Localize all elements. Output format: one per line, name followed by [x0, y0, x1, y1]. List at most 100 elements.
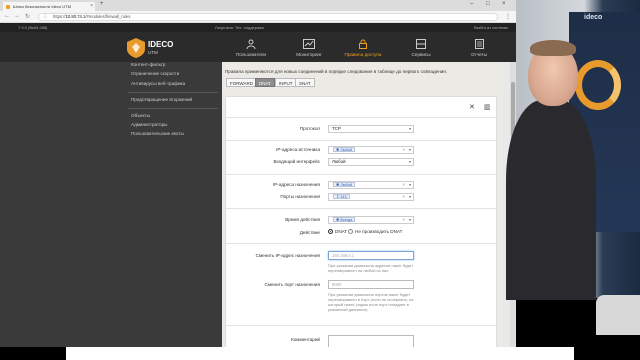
src-ip-value: Любой	[340, 148, 352, 152]
iface-select[interactable]: Любой ▾	[328, 158, 414, 166]
tab-forward[interactable]: FORWARD	[226, 78, 257, 87]
url-prefix: https://	[53, 14, 66, 19]
close-window-icon[interactable]: ×	[502, 1, 506, 7]
columns-icon[interactable]: ▥	[484, 103, 491, 111]
chevron-down-icon: ▾	[408, 182, 411, 187]
radio-checked-icon	[328, 229, 333, 234]
sidebar-item-quotas[interactable]: Пользовательские квоты	[131, 131, 184, 136]
dst-ip-label: IP-адреса назначения	[272, 182, 320, 187]
url-host: 10.80.74.1	[65, 14, 86, 19]
tab-input[interactable]: INPUT	[275, 78, 297, 87]
change-port-input[interactable]: 8080	[328, 280, 414, 289]
nav-reports-label: Отчеты	[471, 52, 487, 57]
sidebar-item-speed-limit[interactable]: Ограничение скорости	[131, 71, 179, 76]
protocol-select[interactable]: TCP ▾	[328, 125, 414, 133]
back-icon[interactable]: ←	[4, 13, 10, 19]
clear-icon[interactable]: ×	[402, 147, 405, 153]
change-ip-placeholder: 192.168.0.1	[332, 253, 355, 258]
chevron-down-icon: ▾	[408, 217, 411, 222]
chevron-down-icon: ▾	[408, 147, 411, 152]
protocol-label: Протокол	[299, 126, 320, 131]
change-ip-help: При указании диапазона адресов пакет буд…	[328, 263, 414, 273]
bottom-strip	[66, 347, 574, 360]
minimize-icon[interactable]: –	[470, 1, 473, 7]
nav-access-rules[interactable]: Правила доступа	[334, 32, 392, 62]
forward-icon[interactable]: →	[14, 13, 20, 19]
src-ip-tag: ✱ Любой	[333, 147, 355, 152]
maximize-icon[interactable]: □	[486, 1, 490, 7]
radio-no-dnat[interactable]: Не производить DNAT	[348, 229, 402, 234]
time-label: Время действия	[285, 217, 320, 222]
sidebar-item-ips[interactable]: Предотвращение вторжений	[131, 97, 192, 102]
nav-monitoring-label: Мониторинг	[296, 52, 322, 57]
form-divider	[226, 325, 496, 326]
radio-dnat[interactable]: DNAT	[328, 229, 347, 234]
time-tag: ✱ Всегда	[333, 217, 356, 222]
close-tab-icon[interactable]: ×	[90, 2, 93, 11]
lock-icon: ⓘ	[43, 14, 48, 19]
favicon-icon	[6, 4, 10, 9]
form-divider	[226, 243, 496, 244]
chair-back	[596, 295, 640, 335]
nav-services-label: Сервисы	[411, 52, 431, 57]
dst-port-select[interactable]: ⇕ 443 × ▾	[328, 193, 414, 201]
rule-form: ✕ ▥ Протокол TCP ▾ IP-адреса источника ✱…	[225, 96, 497, 360]
form-divider	[226, 208, 496, 209]
src-ip-label: IP-адреса источника	[276, 147, 320, 152]
change-port-placeholder: 8080	[332, 282, 342, 287]
time-select[interactable]: ✱ Всегда × ▾	[328, 216, 414, 224]
nav-reports[interactable]: Отчеты	[450, 32, 508, 62]
rules-hint: Правила применяются для новых соединений…	[225, 69, 448, 74]
clear-icon[interactable]: ×	[402, 182, 405, 188]
form-divider	[226, 140, 496, 141]
sidebar-item-admins[interactable]: Администраторы	[131, 122, 167, 127]
presenter-hair	[530, 40, 576, 56]
sidebar-divider	[128, 92, 218, 93]
src-ip-select[interactable]: ✱ Любой × ▾	[328, 146, 414, 154]
logo-text: IDECO	[148, 40, 174, 49]
monitoring-icon	[303, 39, 315, 49]
radio-unchecked-icon	[348, 229, 353, 234]
chevron-down-icon: ▾	[408, 159, 411, 164]
nav-users-label: Пользователи	[236, 52, 266, 57]
services-icon	[416, 39, 426, 49]
url-input[interactable]: ⓘ https://10.80.74.1/#modules/firewall_r…	[38, 13, 498, 21]
brand-logo-ring	[575, 60, 621, 110]
change-ip-label: Сменить IP-адрес назначения	[255, 253, 320, 258]
tab-snat[interactable]: SNAT	[295, 78, 315, 87]
browser-menu-icon[interactable]: ⋮	[505, 13, 511, 20]
sidebar: Контент-фильтр Ограничение скорости Анти…	[0, 62, 222, 360]
iface-value: Любой	[332, 159, 346, 164]
version-text: 7.9.0 (Build 288)	[18, 25, 48, 30]
logout-link[interactable]: Выйти из системы	[474, 23, 508, 32]
sidebar-item-antivirus[interactable]: Антивирусы веб-трафика	[131, 81, 185, 86]
nav-access-rules-label: Правила доступа	[344, 52, 382, 57]
chevron-down-icon: ▾	[408, 126, 411, 131]
time-value: Всегда	[340, 218, 353, 222]
change-ip-input[interactable]: 192.168.0.1	[328, 251, 414, 260]
clear-icon[interactable]: ×	[402, 217, 405, 223]
nav-monitoring[interactable]: Мониторинг	[280, 32, 338, 62]
tab-bar: Шлюз безопасности Ideco UTM × + – □ ×	[0, 0, 516, 11]
address-bar: ← → ↻ ⓘ https://10.80.74.1/#modules/fire…	[0, 11, 516, 23]
dst-ip-select[interactable]: ✱ Любой × ▾	[328, 181, 414, 189]
nav-users[interactable]: Пользователи	[222, 32, 280, 62]
sidebar-item-content-filter[interactable]: Контент-фильтр	[131, 62, 165, 67]
new-tab-icon[interactable]: +	[100, 1, 104, 7]
license-text[interactable]: Лицензия: Тех. поддержка	[215, 23, 264, 32]
protocol-value: TCP	[332, 126, 341, 131]
ideco-shield-icon[interactable]	[127, 38, 145, 58]
change-port-help: При указании диапазона портов пакет буде…	[328, 292, 414, 312]
radio-no-dnat-label: Не производить DNAT	[355, 229, 403, 234]
clear-icon[interactable]: ×	[402, 194, 405, 200]
url-path: /#modules/firewall_rules	[85, 14, 131, 19]
browser-tab[interactable]: Шлюз безопасности Ideco UTM ×	[3, 2, 95, 11]
nav-services[interactable]: Сервисы	[392, 32, 450, 62]
dst-ip-tag: ✱ Любой	[333, 182, 355, 187]
reload-icon[interactable]: ↻	[25, 13, 30, 20]
form-divider	[226, 117, 496, 118]
close-form-icon[interactable]: ✕	[469, 103, 475, 111]
app-header: IDECO UTM Пользователи Мониторинг Правил…	[0, 32, 516, 62]
sidebar-item-objects[interactable]: Объекты	[131, 113, 150, 118]
tab-dnat[interactable]: DNAT	[255, 78, 275, 87]
